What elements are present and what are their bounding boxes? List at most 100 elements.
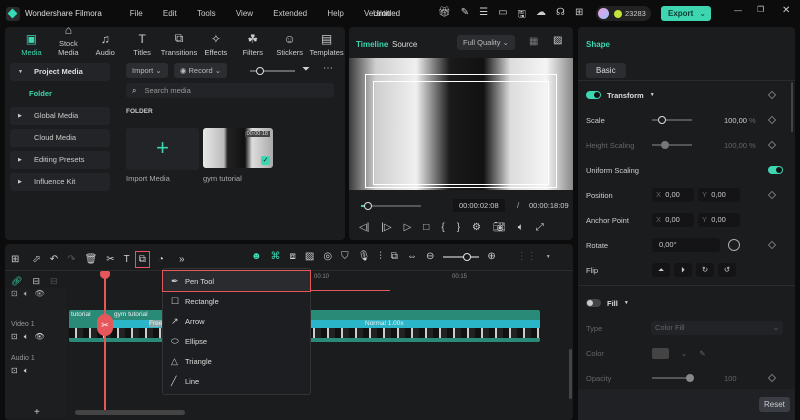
transform-toggle[interactable] (586, 91, 601, 99)
tab-basic[interactable]: Basic (586, 63, 626, 78)
restore-icon[interactable]: ❐ (757, 5, 764, 14)
eye-icon[interactable]: 👁︎ (35, 289, 45, 299)
keyframe-icon[interactable] (767, 90, 777, 100)
add-track-button[interactable]: + (34, 407, 40, 418)
fill-toggle[interactable] (586, 299, 601, 307)
zoom-out-icon[interactable]: ⊖ (426, 251, 434, 262)
snapshot-display-icon[interactable]: ▨ (553, 35, 562, 46)
rotate-left-button[interactable]: ↺ (718, 263, 736, 277)
close-icon[interactable]: ✕ (782, 5, 790, 16)
export-button[interactable]: Export ⌄ (661, 6, 711, 21)
rotate-right-button[interactable]: ↻ (696, 263, 714, 277)
filter-icon[interactable]: ⏷ (302, 64, 310, 75)
flip-vertical-button[interactable]: ⏶ (652, 263, 670, 277)
tab-filters[interactable]: ☘ Filters (234, 32, 271, 57)
media-thumbnail-gym-tutorial[interactable]: 00:00:18 ✓ (203, 128, 273, 168)
keyframe-icon[interactable] (767, 373, 777, 383)
grid-icon[interactable]: ▦ (529, 36, 538, 47)
height-scaling-value[interactable]: 100,00 (724, 141, 747, 150)
import-media-button[interactable]: + (126, 128, 199, 170)
import-button[interactable]: Import ⌄ (126, 63, 168, 78)
ai-copilot-icon[interactable]: ☻ (251, 251, 262, 262)
more-tools-icon[interactable]: » (179, 254, 185, 265)
anchor-x-input[interactable]: X 0,00 (652, 213, 694, 227)
sidebar-item-cloud-media[interactable]: Cloud Media (10, 129, 110, 147)
opacity-value[interactable]: 100 (724, 374, 737, 383)
tab-stock-media[interactable]: ⌂ Stock Media (50, 23, 87, 57)
motion-icon[interactable]: ◎ (323, 251, 332, 262)
sidebar-item-editing-presets[interactable]: ▶ Editing Presets (10, 151, 110, 169)
zoom-slider[interactable] (443, 252, 480, 261)
reset-button[interactable]: Reset (759, 397, 790, 412)
tab-templates[interactable]: ▤ Templates (308, 32, 345, 57)
tab-effects[interactable]: ✧ Effects (197, 32, 234, 57)
menu-item-triangle[interactable]: △ Triangle (163, 351, 310, 371)
chevron-down-icon[interactable]: ⌄ (681, 349, 687, 358)
tasks-icon[interactable]: ☰ (479, 7, 488, 24)
delete-icon[interactable]: 🗑︎ (85, 254, 98, 265)
feedback-icon[interactable]: ✎ (461, 7, 469, 24)
playhead[interactable] (104, 273, 106, 413)
menu-item-line[interactable]: ╱ Line (163, 371, 310, 391)
mark-in-icon[interactable]: { (441, 222, 444, 233)
menu-view[interactable]: View (236, 9, 253, 18)
flip-horizontal-button[interactable]: ⏵ (674, 263, 692, 277)
scale-value[interactable]: 100,00 (724, 116, 747, 125)
tab-stickers[interactable]: ☺ Stickers (271, 32, 308, 57)
anchor-y-input[interactable]: Y 0,00 (698, 213, 740, 227)
render-settings-icon[interactable]: ⚙ (472, 222, 481, 233)
video-preview[interactable] (349, 58, 573, 190)
caret-down-icon[interactable]: ▼ (546, 254, 551, 260)
caret-down-icon[interactable]: ▼ (650, 92, 655, 98)
sidebar-item-influence-kit[interactable]: ▶ Influence Kit (10, 173, 110, 191)
group-icon[interactable]: ⊟ (32, 276, 40, 287)
mark-out-icon[interactable]: } (457, 222, 460, 233)
audio-mixer-icon[interactable]: ⫶ (379, 251, 382, 262)
previous-frame-icon[interactable]: ◁| (359, 222, 369, 233)
volume-icon[interactable]: 🔈︎ (518, 222, 524, 233)
menu-help[interactable]: Help (327, 9, 343, 18)
sidebar-item-folder[interactable]: Folder (5, 85, 115, 103)
layout-icon[interactable]: ▭ (498, 7, 507, 24)
lock-icon[interactable]: ⊡ (11, 332, 18, 342)
sidebar-item-project-media[interactable]: ▼ Project Media (10, 63, 110, 81)
horizontal-scrollbar[interactable] (75, 410, 185, 415)
menu-edit[interactable]: Edit (163, 9, 177, 18)
snapshot-icon[interactable]: 📷︎ (493, 222, 506, 233)
cloud-icon[interactable]: ☁ (536, 7, 546, 24)
tab-transitions[interactable]: ⧉ Transitions (161, 31, 198, 57)
split-icon[interactable]: ✂ (106, 254, 114, 265)
keyframe-icon[interactable] (767, 115, 777, 125)
support-icon[interactable]: ☊ (556, 7, 565, 24)
tab-media[interactable]: ▣ Media (13, 32, 50, 57)
lock-icon[interactable]: ⊡ (11, 289, 18, 299)
track-height-icon[interactable]: ⋮⋮ (517, 251, 537, 262)
play-icon[interactable]: ▷ (404, 222, 412, 233)
menu-item-arrow[interactable]: ↗ Arrow (163, 311, 310, 331)
minimize-icon[interactable]: — (734, 6, 742, 15)
stop-icon[interactable]: □ (423, 222, 429, 233)
select-tool-icon[interactable]: ⬀ (32, 254, 40, 265)
fill-type-dropdown[interactable]: Color Fill ⌄ (650, 321, 783, 335)
link-icon[interactable]: 🔗︎ (11, 276, 22, 287)
playback-progress[interactable] (361, 202, 421, 210)
undo-icon[interactable]: ↶ (50, 254, 58, 265)
menu-item-ellipse[interactable]: ⬭ Ellipse (163, 331, 310, 351)
fullscreen-icon[interactable]: ⤢ (536, 222, 544, 233)
menu-file[interactable]: File (130, 9, 143, 18)
keyframe-icon[interactable] (767, 190, 777, 200)
opacity-slider[interactable] (652, 374, 694, 382)
credits-badge[interactable]: 23283 (596, 6, 651, 21)
caret-down-icon[interactable]: ▼ (624, 300, 629, 306)
lock-icon[interactable]: ⊡ (11, 366, 18, 376)
keyframe-icon[interactable] (767, 240, 777, 250)
thumbnail-size-slider[interactable] (250, 67, 295, 75)
position-x-input[interactable]: X 0,00 (652, 188, 694, 202)
replace-icon[interactable]: ⧉ (391, 251, 398, 262)
redo-icon[interactable]: ↷ (67, 254, 75, 265)
eye-icon[interactable]: 👁︎ (35, 332, 45, 342)
menu-item-pen-tool[interactable]: ✒ Pen Tool (162, 270, 311, 292)
vertical-scrollbar[interactable] (569, 349, 572, 399)
uniform-scaling-toggle[interactable] (768, 166, 783, 174)
shape-tool-icon[interactable]: ⧉ (134, 251, 150, 268)
